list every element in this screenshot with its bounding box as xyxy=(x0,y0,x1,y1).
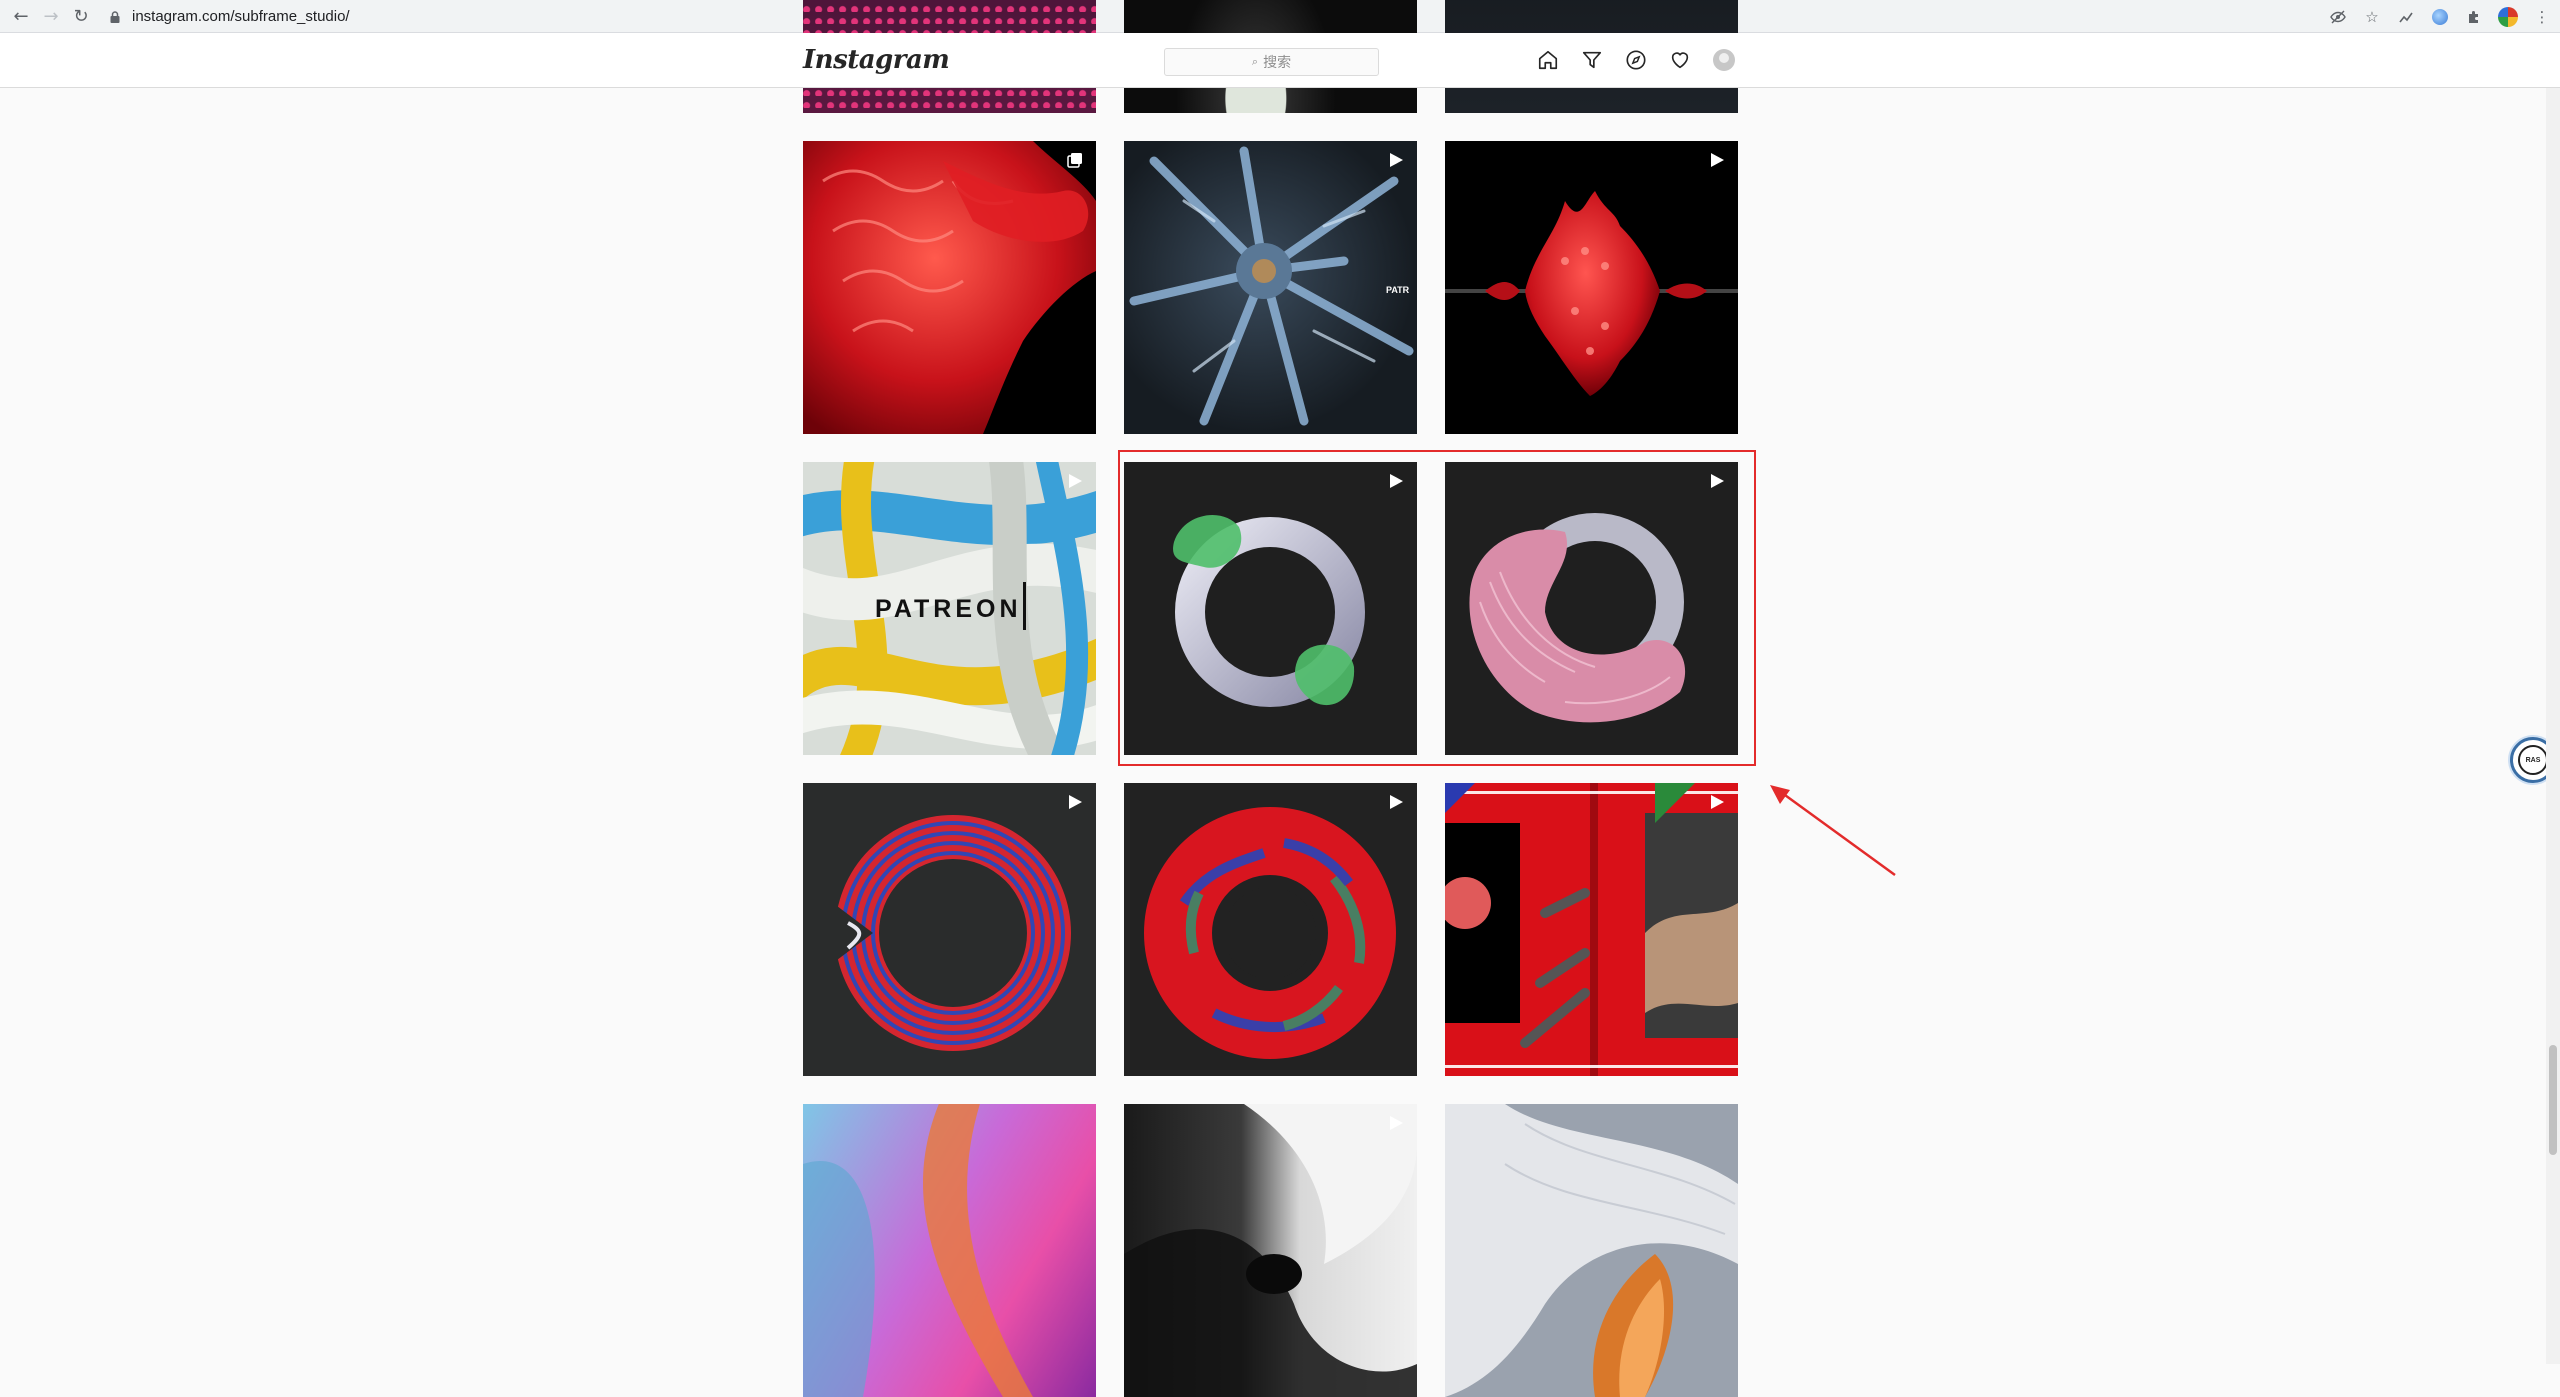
search-placeholder: 搜索 xyxy=(1263,54,1292,70)
patreon-label: PATREON xyxy=(875,595,1022,623)
post-white-orange-spiral[interactable] xyxy=(1445,1104,1738,1397)
post-marbled-donut[interactable] xyxy=(1124,783,1417,1076)
striped-ring-image xyxy=(833,815,1071,1051)
puzzle-icon[interactable] xyxy=(2464,7,2484,27)
crystal-tree-image: PATR xyxy=(1129,146,1414,426)
instagram-header: Instagram ⌕ 搜索 xyxy=(0,33,2560,88)
deer-icon: RAS xyxy=(2518,745,2548,775)
menu-icon[interactable]: ⋮ xyxy=(2532,7,2552,27)
post-patreon-tubes[interactable]: PATREON xyxy=(803,462,1096,755)
video-icon xyxy=(1069,474,1082,488)
instagram-logo[interactable]: Instagram xyxy=(803,45,950,75)
search-input[interactable]: ⌕ 搜索 xyxy=(1164,48,1379,76)
star-icon[interactable]: ☆ xyxy=(2362,7,2382,27)
post-pink-glass-swirl[interactable] xyxy=(803,1104,1096,1397)
video-icon xyxy=(1390,153,1403,167)
annotation-arrow-icon xyxy=(1770,785,1896,877)
eye-off-icon[interactable] xyxy=(2328,7,2348,27)
carousel-icon xyxy=(1067,153,1082,168)
scrollbar-thumb[interactable] xyxy=(2549,1045,2557,1155)
url-text: instagram.com/subframe_studio/ xyxy=(132,8,350,25)
marbled-donut-image xyxy=(1144,807,1396,1059)
video-icon xyxy=(1390,795,1403,809)
post-red-spiky-form[interactable] xyxy=(1445,141,1738,434)
red-spiky-image xyxy=(1445,191,1738,396)
video-icon xyxy=(1390,1116,1403,1130)
highlight-box xyxy=(1118,450,1756,766)
white-orange-image xyxy=(1445,1104,1738,1397)
video-icon xyxy=(1711,795,1724,809)
search-icon: ⌕ xyxy=(1251,55,1259,68)
pink-glass-image xyxy=(803,1104,1033,1397)
post-black-white-vortex[interactable] xyxy=(1124,1104,1417,1397)
profile-avatar[interactable] xyxy=(1713,49,1735,71)
tubes-image: PATREON xyxy=(803,462,1096,755)
forward-icon[interactable]: → xyxy=(36,1,66,31)
red-coral-image xyxy=(803,141,1096,434)
widget-label: RAS xyxy=(2525,756,2541,764)
vortex-image xyxy=(1124,1104,1417,1397)
post-red-blue-striped-ring[interactable] xyxy=(803,783,1096,1076)
red-collage-image xyxy=(1445,783,1738,1076)
page-scrollbar[interactable] xyxy=(2546,33,2560,1364)
video-icon xyxy=(1711,153,1724,167)
globe-icon[interactable] xyxy=(2430,7,2450,27)
direct-icon[interactable] xyxy=(1581,49,1603,71)
patreon-small-label: PATR xyxy=(1386,285,1410,295)
extension-icon[interactable] xyxy=(2396,7,2416,27)
reload-icon[interactable]: ↻ xyxy=(66,1,96,31)
video-icon xyxy=(1069,795,1082,809)
post-red-coral-sculpture[interactable] xyxy=(803,141,1096,434)
lock-icon xyxy=(110,10,120,23)
heart-icon[interactable] xyxy=(1669,49,1691,71)
explore-icon[interactable] xyxy=(1625,49,1647,71)
profile-icon[interactable] xyxy=(2498,6,2518,27)
post-red-collage[interactable] xyxy=(1445,783,1738,1076)
post-blue-crystal-tree[interactable]: PATR xyxy=(1124,141,1417,434)
back-icon[interactable]: ← xyxy=(6,1,36,31)
home-icon[interactable] xyxy=(1537,49,1559,71)
